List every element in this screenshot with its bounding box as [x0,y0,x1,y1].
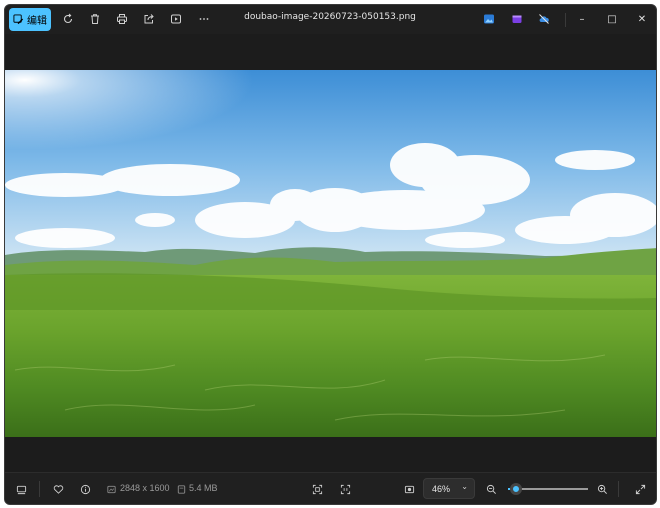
fit-to-window-button[interactable] [309,481,325,497]
fit-screen-icon [312,484,322,494]
slideshow-icon [171,14,181,24]
share-button[interactable] [140,10,158,28]
print-button[interactable] [113,10,131,28]
maximize-button[interactable]: □ [596,5,628,34]
actual-size-icon [340,484,350,494]
image-dimensions: 2848 x 1600 [120,483,170,493]
delete-button[interactable] [86,10,104,28]
edit-image-icon [13,14,24,25]
heart-icon [53,484,63,494]
photos-app-window: 编辑 doubao-image-20260723-050153.png – □ … [4,4,657,505]
cloud-off-icon [539,14,549,24]
file-size: 5.4 MB [189,483,218,493]
camera-frame-icon [404,485,414,493]
favorite-button[interactable] [50,481,66,497]
cloud-sync-button[interactable] [535,10,553,28]
capture-button[interactable] [401,481,417,497]
status-divider [39,481,40,497]
dimensions-icon [106,485,116,493]
info-icon [80,484,90,494]
info-button[interactable] [77,481,93,497]
minimize-button[interactable]: – [566,5,598,34]
window-title: doubao-image-20260723-050153.png [244,12,416,22]
status-divider [618,481,619,497]
zoom-slider[interactable] [508,483,588,495]
photos-app-icon [484,14,494,24]
zoom-out-icon [486,484,496,494]
fullscreen-icon [635,484,645,494]
status-bar: 2848 x 1600 5.4 MB 46% ⌄ [5,472,656,504]
title-bar: 编辑 doubao-image-20260723-050153.png – □ … [5,5,656,34]
video-editor-icon [512,15,522,23]
zoom-in-icon [597,484,607,494]
grassland-image [5,70,656,437]
zoom-in-button[interactable] [594,481,610,497]
zoom-out-button[interactable] [483,481,499,497]
clipchamp-button[interactable] [508,10,526,28]
delete-icon [91,14,99,24]
edit-button[interactable]: 编辑 [9,8,51,31]
photos-app-button[interactable] [480,10,498,28]
actual-size-button[interactable] [337,481,353,497]
edit-button-label: 编辑 [27,16,47,27]
rotate-button[interactable] [59,10,77,28]
zoom-slider-thumb[interactable] [510,483,522,495]
image-viewer[interactable] [5,34,656,474]
zoom-value: 46% [432,483,451,494]
storage-icon [177,484,185,494]
file-size-icon-wrap [173,481,189,497]
rotate-icon [63,13,73,24]
dimensions-icon-wrap [103,481,119,497]
fullscreen-button[interactable] [632,481,648,497]
landscape-photo [5,70,656,437]
close-button[interactable]: ✕ [626,5,656,34]
filmstrip-icon [16,485,26,494]
slideshow-button[interactable] [167,10,185,28]
chevron-down-icon: ⌄ [461,482,468,491]
zoom-dropdown[interactable]: 46% ⌄ [423,478,475,499]
share-icon [144,14,154,24]
print-icon [117,14,127,24]
filmstrip-button[interactable] [13,481,29,497]
